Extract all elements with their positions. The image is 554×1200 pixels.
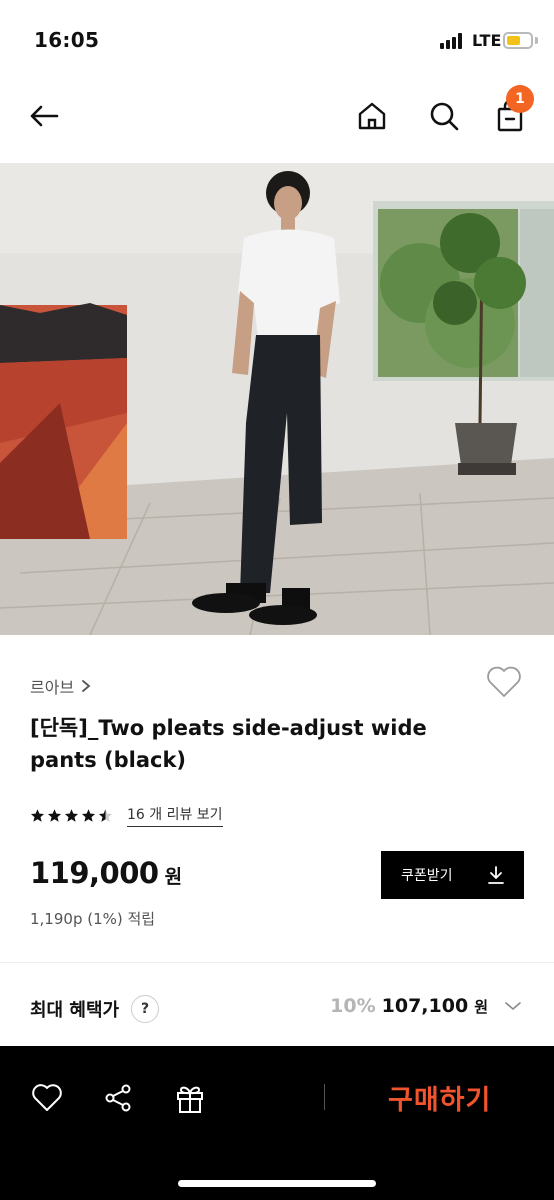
star-icon	[47, 809, 62, 822]
divider	[324, 1084, 325, 1110]
benefit-unit: 원	[474, 997, 488, 1016]
max-benefit-toggle[interactable]: 10% 107,100 원	[330, 995, 522, 1017]
star-icon	[30, 809, 45, 822]
bottom-wishlist-button[interactable]	[29, 1080, 65, 1116]
product-image[interactable]	[0, 163, 554, 635]
arrow-left-icon	[30, 105, 59, 127]
max-benefit-row: 최대 혜택가 ?	[30, 995, 160, 1023]
heart-icon	[487, 666, 521, 697]
coupon-button[interactable]: 쿠폰받기	[381, 851, 524, 899]
bottom-action-bar: 구매하기	[0, 1046, 554, 1200]
cart-count-badge: 1	[506, 85, 534, 113]
product-title: [단독]_Two pleats side-adjust wide pants (…	[30, 716, 427, 772]
chevron-right-icon	[82, 680, 91, 692]
home-icon	[358, 102, 386, 130]
star-icon	[64, 809, 79, 822]
search-button[interactable]	[422, 94, 466, 138]
benefit-rate: 10%	[330, 995, 376, 1017]
wishlist-button[interactable]	[484, 662, 524, 702]
back-button[interactable]	[22, 94, 66, 138]
star-half-icon	[98, 809, 113, 822]
gift-button[interactable]	[172, 1080, 208, 1116]
heart-icon	[32, 1084, 62, 1111]
status-time: 16:05	[34, 28, 100, 52]
battery-icon	[503, 32, 533, 49]
rating-row: 16 개 리뷰 보기	[30, 804, 223, 827]
points-text: 1,190p (1%) 적립	[30, 910, 156, 928]
brand-name: 르아브	[30, 678, 75, 697]
network-label: LTE	[472, 31, 502, 50]
home-indicator	[178, 1180, 376, 1187]
price-value: 119,000	[30, 856, 159, 890]
benefit-price: 107,100	[381, 995, 469, 1017]
divider	[0, 962, 554, 963]
price: 119,000 원	[30, 856, 182, 890]
top-nav	[0, 80, 554, 162]
review-link[interactable]: 16 개 리뷰 보기	[127, 804, 223, 827]
max-benefit-label: 최대 혜택가	[30, 1000, 120, 1021]
gift-icon	[177, 1086, 203, 1113]
price-unit: 원	[164, 866, 183, 888]
buy-button[interactable]: 구매하기	[388, 1078, 491, 1117]
download-icon	[488, 866, 504, 884]
rating-stars	[30, 808, 113, 823]
signal-icon	[440, 33, 466, 49]
brand-link[interactable]: 르아브	[30, 674, 92, 698]
help-icon[interactable]: ?	[131, 995, 160, 1023]
star-icon	[81, 809, 96, 822]
search-icon	[430, 102, 459, 131]
share-icon	[105, 1084, 131, 1112]
home-button[interactable]	[350, 94, 394, 138]
chevron-down-icon	[505, 1002, 521, 1011]
share-button[interactable]	[100, 1080, 136, 1116]
coupon-label: 쿠폰받기	[401, 868, 453, 884]
status-bar: 16:05 LTE	[0, 0, 554, 80]
